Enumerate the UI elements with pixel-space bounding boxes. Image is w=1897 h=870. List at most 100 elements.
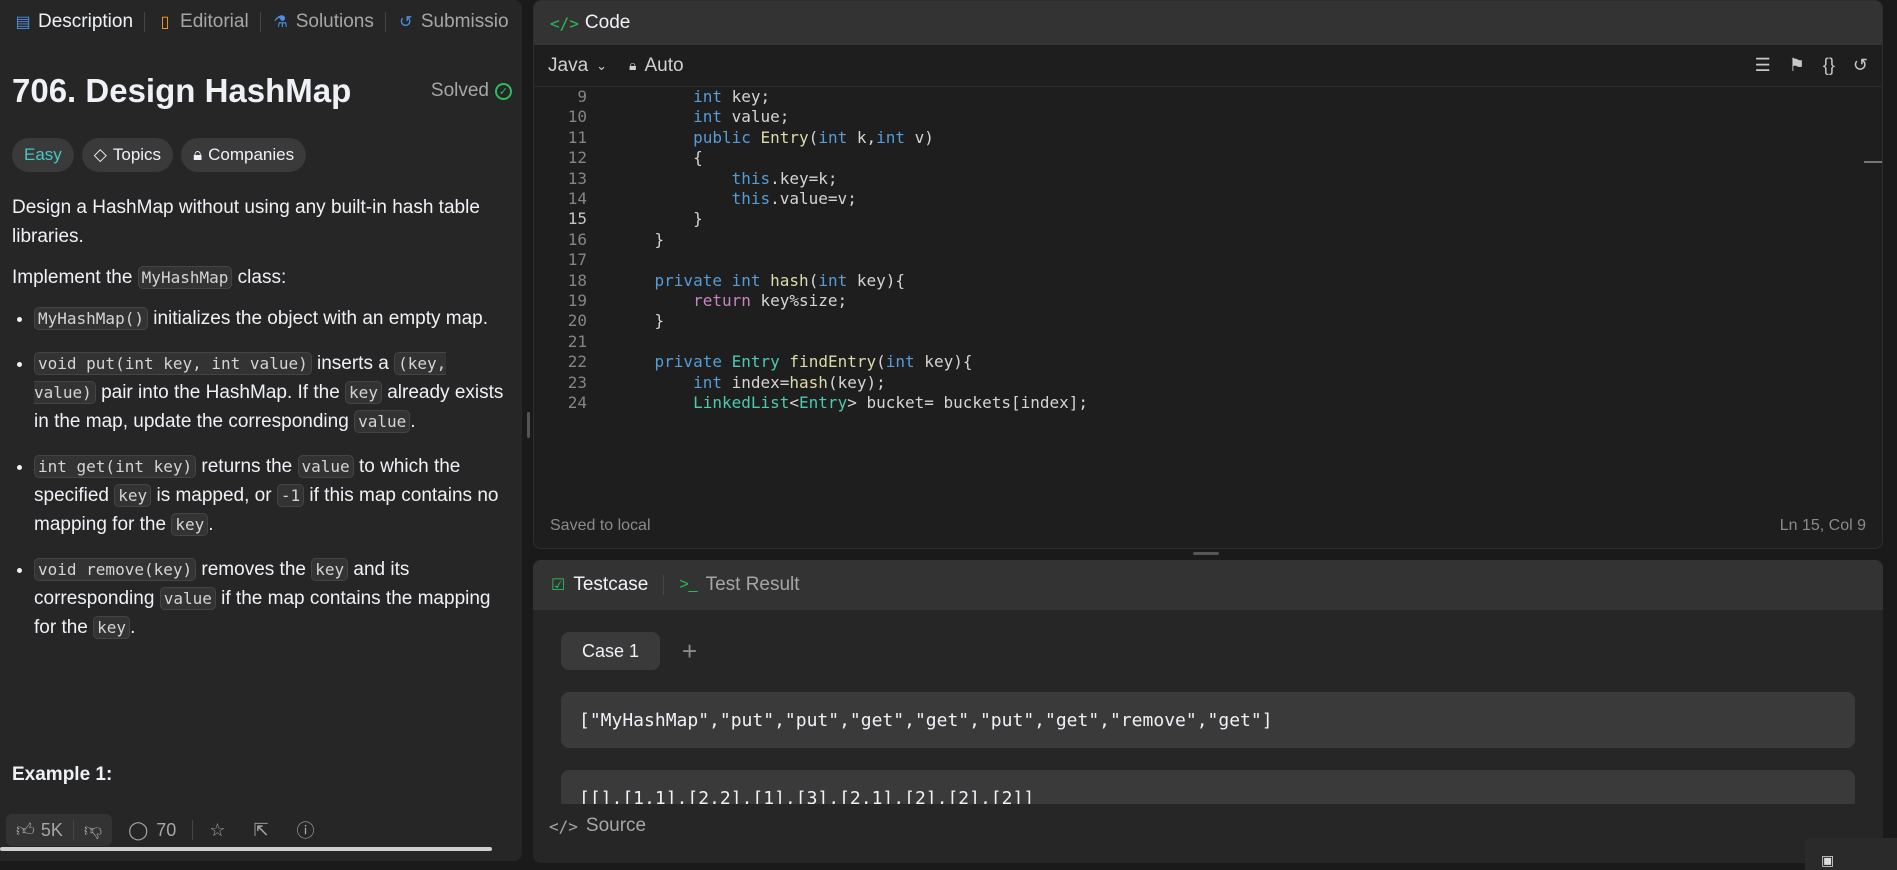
code-title: Code <box>584 12 631 33</box>
thumbs-up-icon: 👍︎ <box>16 820 35 840</box>
floating-widget[interactable]: ▣ <box>1805 838 1897 870</box>
text: . <box>208 514 214 535</box>
auto-mode[interactable]: 🔒︎ Auto <box>629 55 684 77</box>
share-button[interactable]: ⇱ <box>241 820 280 841</box>
horizontal-scrollbar[interactable] <box>0 847 492 851</box>
tab-label: Test Result <box>705 574 800 595</box>
divider <box>144 12 146 32</box>
reset-icon[interactable]: ↺ <box>1853 55 1868 76</box>
inline-code: key <box>311 558 349 581</box>
language-select[interactable]: Java ⌄ <box>548 55 607 77</box>
help-button[interactable]: ⓘ <box>285 817 327 843</box>
code-text: return key%size; <box>693 291 848 310</box>
app: ▤ Description ▯ Editorial ⚗ Solutions ↺ … <box>0 0 1897 870</box>
test-panel: ☑ Testcase >_ Test Result Case 1 + ["MyH… <box>533 560 1883 863</box>
tab-solutions[interactable]: ⚗ Solutions <box>266 11 380 33</box>
vertical-resize-handle[interactable] <box>527 412 530 438</box>
code-text: public Entry(int k,int v) <box>693 127 934 147</box>
testcase-input[interactable]: ["MyHashMap","put","put","get","get","pu… <box>561 692 1855 748</box>
editor-scrollbar[interactable] <box>1864 161 1882 163</box>
braces-icon[interactable]: {} <box>1823 55 1835 76</box>
editor-status-bar: Saved to local Ln 15, Col 9 <box>534 510 1882 542</box>
code-text: int value; <box>693 107 790 127</box>
code-text: private int hash(int key){ <box>654 270 906 290</box>
solved-status: Solved ✓ <box>431 80 512 102</box>
lock-icon: 🔒︎ <box>193 145 203 164</box>
source-button[interactable]: Source <box>586 815 646 837</box>
tab-description[interactable]: ▤ Description <box>8 11 139 33</box>
inline-code: key <box>171 513 209 536</box>
tab-label: Submissio <box>420 11 509 32</box>
format-icon[interactable]: ☰ <box>1755 55 1771 76</box>
text: is mapped, or <box>151 485 277 506</box>
toolbar-left: Java ⌄ 🔒︎ Auto <box>548 55 684 77</box>
code-text: { <box>616 148 703 168</box>
code-line[interactable]: 24 LinkedList<Entry> bucket= buckets[ind… <box>534 393 1088 417</box>
list-item: void put(int key, int value) inserts a (… <box>34 349 504 436</box>
tab-submissions[interactable]: ↺ Submissio <box>391 11 515 33</box>
title-row: 706. Design HashMap Solved ✓ <box>12 72 512 110</box>
code-text: } <box>616 311 665 331</box>
tag-row: Easy ◇ Topics 🔒︎ Companies <box>12 138 307 172</box>
history-icon: ↺ <box>399 14 413 31</box>
text: Implement the <box>12 267 138 288</box>
horizontal-resize-handle[interactable] <box>1193 552 1219 555</box>
language-label: Java <box>548 54 589 76</box>
favorite-button[interactable]: ☆ <box>197 820 237 841</box>
vote-group: 👍︎ 5K 👎︎ <box>6 814 113 846</box>
code-panel: </> Code Java ⌄ 🔒︎ Auto ☰ ⚑ {} ↺ 9 int k… <box>533 0 1883 549</box>
comment-count: 70 <box>156 819 177 840</box>
problem-tabs: ▤ Description ▯ Editorial ⚗ Solutions ↺ … <box>0 0 522 44</box>
check-circle-icon: ✓ <box>495 82 512 100</box>
widget-icon: ▣ <box>1821 852 1835 868</box>
chevron-down-icon: ⌄ <box>596 57 608 73</box>
list-item: MyHashMap() initializes the object with … <box>34 304 504 333</box>
mode-label: Auto <box>644 54 684 76</box>
tab-test-result[interactable]: >_ Test Result <box>679 574 799 596</box>
like-count: 5K <box>40 819 63 840</box>
tab-editorial[interactable]: ▯ Editorial <box>150 11 255 33</box>
save-status: Saved to local <box>550 517 651 534</box>
description-paragraph: Design a HashMap without using any built… <box>12 197 480 247</box>
code-editor[interactable]: 9 int key; 10 int value; 11 public Entry(i… <box>534 89 1882 489</box>
inline-code: void remove(key) <box>34 558 197 581</box>
tab-label: Editorial <box>180 11 249 32</box>
code-panel-header: </> Code <box>534 1 1882 45</box>
inline-code: int get(int key) <box>34 455 197 478</box>
divider <box>259 12 261 32</box>
add-case-icon[interactable]: + <box>682 636 697 667</box>
text: initializes the object with an empty map… <box>147 308 489 329</box>
problem-panel: ▤ Description ▯ Editorial ⚗ Solutions ↺ … <box>0 0 522 861</box>
lock-icon: 🔒︎ <box>629 57 637 73</box>
cursor-position: Ln 15, Col 9 <box>1779 517 1866 534</box>
companies-button[interactable]: 🔒︎ Companies <box>181 138 307 172</box>
code-icon: </> <box>549 816 578 836</box>
comments-button[interactable]: ◯ 70 <box>116 820 188 841</box>
tab-label: Description <box>38 11 134 32</box>
case-1-tab[interactable]: Case 1 <box>561 632 661 670</box>
flask-icon: ⚗ <box>273 14 288 31</box>
thumbs-down-icon: 👎︎ <box>83 820 103 840</box>
test-panel-footer: </> Source <box>533 804 1883 848</box>
code-text: int index=hash(key); <box>693 372 886 392</box>
inline-code: key <box>345 381 382 404</box>
solved-label: Solved <box>430 80 489 101</box>
topics-label: Topics <box>112 145 162 164</box>
inline-code: value <box>297 455 354 478</box>
like-button[interactable]: 👍︎ 5K <box>6 814 73 846</box>
star-icon: ☆ <box>209 819 226 840</box>
topics-button[interactable]: ◇ Topics <box>81 138 174 172</box>
test-panel-header: ☑ Testcase >_ Test Result <box>533 560 1883 610</box>
code-text: int key; <box>693 89 771 106</box>
editor-toolbar: Java ⌄ 🔒︎ Auto ☰ ⚑ {} ↺ <box>534 45 1882 87</box>
case-tabs: Case 1 + <box>561 632 697 670</box>
dislike-button[interactable]: 👎︎ <box>74 814 112 846</box>
inline-code: MyHashMap() <box>34 307 148 330</box>
bookmark-icon[interactable]: ⚑ <box>1789 55 1805 76</box>
code-text: } <box>616 209 703 229</box>
inline-code: -1 <box>276 484 305 507</box>
tab-testcase[interactable]: ☑ Testcase <box>551 574 648 596</box>
problem-title[interactable]: 706. Design HashMap <box>12 72 351 110</box>
tab-label: Testcase <box>573 574 649 595</box>
difficulty-badge: Easy <box>12 138 74 172</box>
